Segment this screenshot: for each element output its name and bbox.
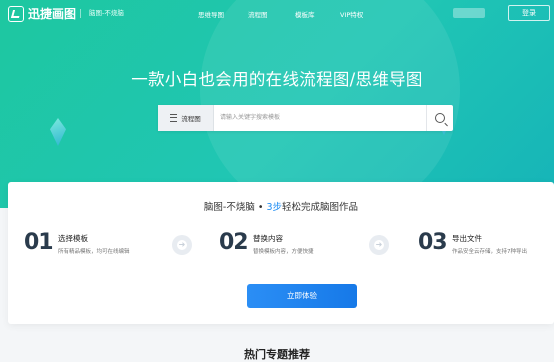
- step-number: 01: [24, 230, 54, 255]
- search-category-label: 流程图: [181, 115, 201, 123]
- page-title: 一款小白也会用的在线流程图/思维导图: [131, 70, 423, 89]
- step-desc: 作品安全云存储，支持7种导出: [452, 249, 528, 255]
- subtitle-prefix: 脑图-不烧脑 •: [203, 202, 267, 213]
- crystal-decoration: [50, 118, 66, 146]
- search-bar: 流程图 请输入关键字搜索模板: [158, 105, 453, 131]
- try-now-button[interactable]: 立即体验: [247, 284, 357, 308]
- logo[interactable]: 迅捷画图: [8, 5, 76, 22]
- hero-banner: 迅捷画图 脑图-不烧脑 思维导图 流程图 模板库 VIP特权 登录 一款小白也会…: [0, 0, 554, 208]
- arrow-right-icon: ➜: [369, 235, 389, 255]
- hero-glow: [200, 0, 460, 208]
- top-nav: 迅捷画图 脑图-不烧脑 思维导图 流程图 模板库 VIP特权 登录: [0, 0, 554, 26]
- step-title: 导出文件: [452, 234, 482, 243]
- step-desc: 替换模板内容，方便快捷: [253, 249, 314, 255]
- search-category-dropdown[interactable]: 流程图: [158, 105, 214, 131]
- steps-subtitle: 脑图-不烧脑 • 3步轻松完成脑图作品: [8, 199, 554, 213]
- search-icon: [435, 113, 445, 123]
- step-number: 02: [219, 230, 249, 255]
- search-button[interactable]: [426, 105, 453, 131]
- avatar[interactable]: [453, 8, 485, 18]
- nav-item-templates[interactable]: 模板库: [295, 9, 315, 19]
- logo-icon: [8, 5, 24, 22]
- menu-icon: [170, 114, 178, 122]
- step-title: 选择模板: [58, 234, 88, 243]
- step-number: 03: [418, 230, 448, 255]
- step-desc: 所有精品模板，均可在线编辑: [58, 249, 130, 255]
- brand-name: 迅捷画图: [28, 7, 77, 21]
- subtitle-suffix: 轻松完成脑图作品: [282, 202, 359, 213]
- arrow-right-icon: ➜: [172, 235, 192, 255]
- step-title: 替换内容: [253, 234, 283, 243]
- nav-item-flowchart[interactable]: 流程图: [248, 9, 268, 19]
- nav-item-mindmap[interactable]: 思维导图: [198, 9, 224, 19]
- subtitle-highlight: 3步: [266, 202, 283, 213]
- search-input[interactable]: 请输入关键字搜索模板: [220, 105, 280, 131]
- login-button[interactable]: 登录: [508, 5, 550, 21]
- nav-item-vip[interactable]: VIP特权: [340, 9, 363, 19]
- steps-card: 脑图-不烧脑 • 3步轻松完成脑图作品 01 选择模板 所有精品模板，均可在线编…: [8, 182, 554, 324]
- brand-slogan: 脑图-不烧脑: [80, 9, 124, 18]
